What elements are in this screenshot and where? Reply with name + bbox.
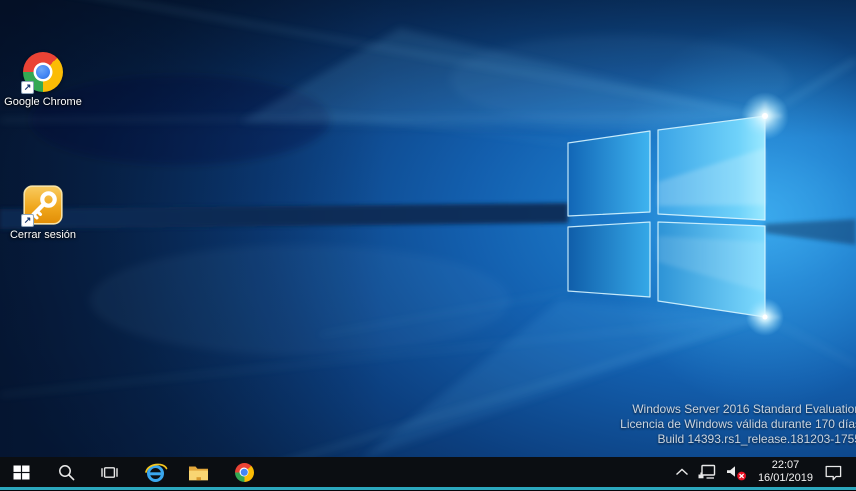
clock-date: 16/01/2019 [758,472,813,485]
search-icon [58,464,75,481]
chrome-taskbar-button[interactable] [222,457,266,487]
folder-icon [188,464,209,481]
taskbar: 22:07 16/01/2019 [0,457,856,487]
windows-desktop: ↗ Google Chrome ↗ Cerrar s [0,0,856,491]
task-view-icon [100,465,119,480]
watermark-build-line: Build 14393.rs1_release.181203-1755 [620,432,856,447]
internet-explorer-button[interactable] [134,457,178,487]
search-button[interactable] [45,457,87,487]
task-view-button[interactable] [88,457,130,487]
license-watermark: Windows Server 2016 Standard Evaluation … [620,402,856,447]
start-button[interactable] [0,457,42,487]
file-explorer-button[interactable] [177,457,219,487]
clock-time: 22:07 [758,459,813,472]
action-center-button[interactable] [824,457,843,487]
system-tray: 22:07 16/01/2019 [675,457,856,487]
windows-logo-icon [13,465,30,480]
volume-muted-icon [726,464,747,481]
watermark-license-line: Licencia de Windows válida durante 170 d… [620,417,856,432]
shortcut-arrow-icon: ↗ [21,214,34,227]
chevron-up-icon [675,466,689,478]
chrome-logo-icon [235,463,254,482]
watermark-edition-line: Windows Server 2016 Standard Evaluation [620,402,856,417]
internet-explorer-icon [144,462,168,483]
desktop-icon-label: Google Chrome [4,96,82,109]
desktop-icon-google-chrome[interactable]: ↗ Google Chrome [4,52,82,109]
network-ethernet-icon [698,464,717,480]
tray-expand-button[interactable] [675,457,689,487]
desktop-icon-label: Cerrar sesión [10,229,76,242]
desktop-icon-cerrar-sesion[interactable]: ↗ Cerrar sesión [4,185,82,242]
network-status-button[interactable] [698,457,717,487]
action-center-icon [824,464,843,481]
shortcut-arrow-icon: ↗ [21,81,34,94]
volume-button[interactable] [726,457,747,487]
clock[interactable]: 22:07 16/01/2019 [756,459,815,485]
